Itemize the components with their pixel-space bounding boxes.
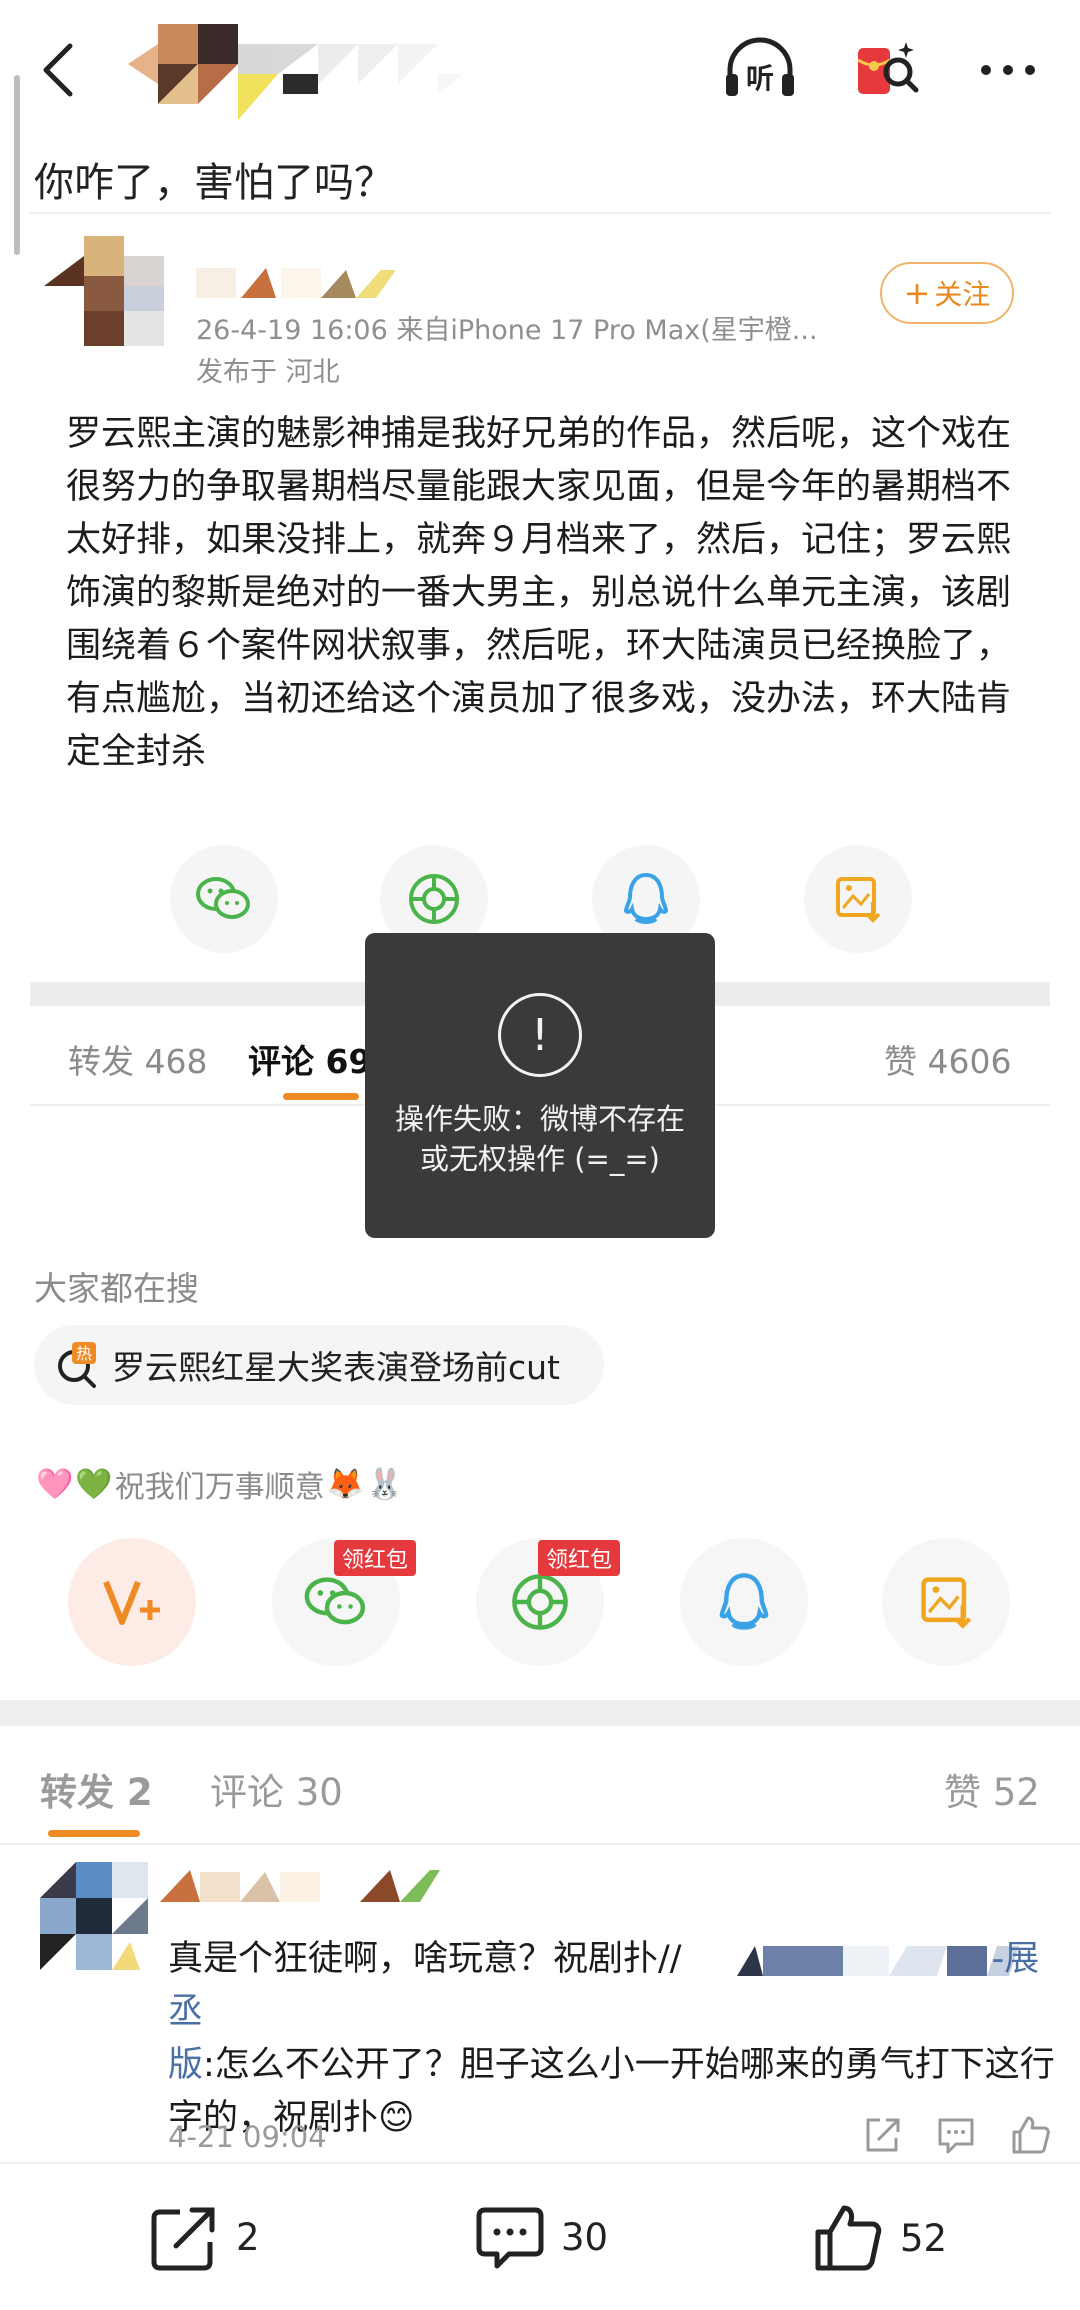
post-body-text: 罗云熙主演的魅影神捕是我好兄弟的作品，然后呢，这个戏在很努力的争取暑期档尽量能跟…	[66, 414, 1012, 772]
comment-timestamp: 4-21 09:04	[168, 2120, 327, 2154]
pink-heart-emoji: 🩷	[36, 1466, 74, 1502]
moments-icon	[512, 1574, 568, 1630]
bottom-action-bar: 2 30 52	[0, 2162, 1080, 2310]
save-image-button[interactable]	[804, 845, 912, 953]
repost-to-weibo-button[interactable]	[68, 1538, 196, 1666]
wish-line: 🩷 💚 祝我们万事顺意 🦊 🐰	[36, 1462, 403, 1506]
avatar[interactable]	[44, 236, 164, 346]
red-packet-badge: 领红包	[538, 1540, 621, 1576]
comment-count: 30	[561, 2215, 609, 2259]
repost-comment-title: 你咋了，害怕了吗？	[34, 160, 394, 206]
hot-search-icon: 热	[58, 1342, 96, 1388]
qq-icon	[623, 872, 669, 924]
share-qq-button[interactable]	[680, 1538, 808, 1666]
error-toast: ! 操作失败：微博不存在或无权操作 (=_=)	[365, 933, 715, 1238]
scroll-indicator	[14, 75, 20, 255]
headphones-listen-icon[interactable]: 听	[720, 30, 800, 110]
trending-search-title: 大家都在搜	[34, 1269, 199, 1308]
comment-icon	[476, 2207, 544, 2269]
save-image-button[interactable]	[882, 1538, 1010, 1666]
divider	[30, 212, 1050, 214]
tab-like[interactable]: 赞 52	[944, 1762, 1040, 1816]
redacted-username-mosaic	[196, 268, 396, 298]
chevron-left-icon[interactable]	[34, 40, 84, 100]
red-packet-badge: 领红包	[334, 1540, 417, 1576]
share-wechat-button[interactable]	[170, 845, 278, 953]
wish-text: 祝我们万事顺意	[114, 1470, 325, 1505]
post-meta-time-device: 26-4-19 16:06 来自iPhone 17 Pro Max(星宇橙...	[196, 315, 818, 346]
follow-label: 关注	[934, 278, 991, 311]
repost-icon	[151, 2207, 215, 2271]
trending-search-text: 罗云熙红星大奖表演登场前cut	[112, 1348, 560, 1387]
section-divider-band	[0, 1700, 1080, 1726]
tab-repost[interactable]: 转发 468	[68, 1035, 207, 1083]
fox-emoji: 🦊	[326, 1466, 365, 1502]
active-tab-indicator	[283, 1093, 359, 1100]
avatar[interactable]	[40, 1862, 148, 1984]
qq-icon	[719, 1573, 769, 1630]
save-image-icon	[921, 1577, 972, 1629]
tab-like[interactable]: 赞 4606	[884, 1035, 1011, 1083]
weibo-vplus-icon	[103, 1580, 160, 1625]
red-packet-search-icon[interactable]	[844, 30, 924, 110]
save-image-icon	[836, 877, 881, 923]
like-icon	[815, 2205, 882, 2271]
repost-button[interactable]: 2	[150, 2202, 260, 2272]
tab-repost[interactable]: 转发 2	[40, 1762, 153, 1816]
post-location: 发布于 河北	[196, 357, 340, 388]
mention-link-cont[interactable]: 版	[168, 2045, 203, 2085]
like-icon[interactable]	[1008, 2112, 1052, 2156]
repost-count: 2	[236, 2215, 260, 2259]
plus-icon: +	[903, 274, 931, 312]
alert-icon: !	[498, 993, 582, 1077]
smile-emoji: 😊	[378, 2098, 415, 2138]
wechat-icon	[304, 1577, 366, 1625]
wechat-icon	[196, 877, 250, 919]
moments-icon	[409, 874, 459, 924]
divider	[0, 1843, 1080, 1845]
toast-message: 操作失败：微博不存在或无权操作 (=_=)	[394, 1102, 685, 1176]
comment-text-a: 真是个狂徒啊，啥玩意？祝剧扑//	[168, 1939, 682, 1979]
hot-badge: 热	[76, 1344, 92, 1363]
tab-comment[interactable]: 评论 30	[210, 1762, 343, 1816]
like-button[interactable]: 52	[812, 2202, 947, 2274]
trending-search-item[interactable]: 热 罗云熙红星大奖表演登场前cut	[34, 1325, 604, 1405]
redacted-username-mosaic	[128, 24, 463, 120]
comment-button[interactable]: 30	[475, 2202, 608, 2272]
top-nav-bar: 听	[0, 0, 1080, 132]
green-heart-emoji: 💚	[75, 1466, 113, 1502]
comment-icon[interactable]	[934, 2112, 978, 2156]
rabbit-emoji: 🐰	[366, 1466, 404, 1502]
like-count: 52	[900, 2216, 948, 2260]
redacted-username-mosaic	[160, 1870, 440, 1902]
listen-label: 听	[746, 62, 774, 95]
repost-icon[interactable]	[860, 2112, 904, 2156]
comment-actions	[860, 2112, 1052, 2156]
more-icon[interactable]	[968, 30, 1048, 110]
active-tab-indicator	[48, 1830, 140, 1837]
follow-button[interactable]: + 关注	[880, 262, 1014, 324]
